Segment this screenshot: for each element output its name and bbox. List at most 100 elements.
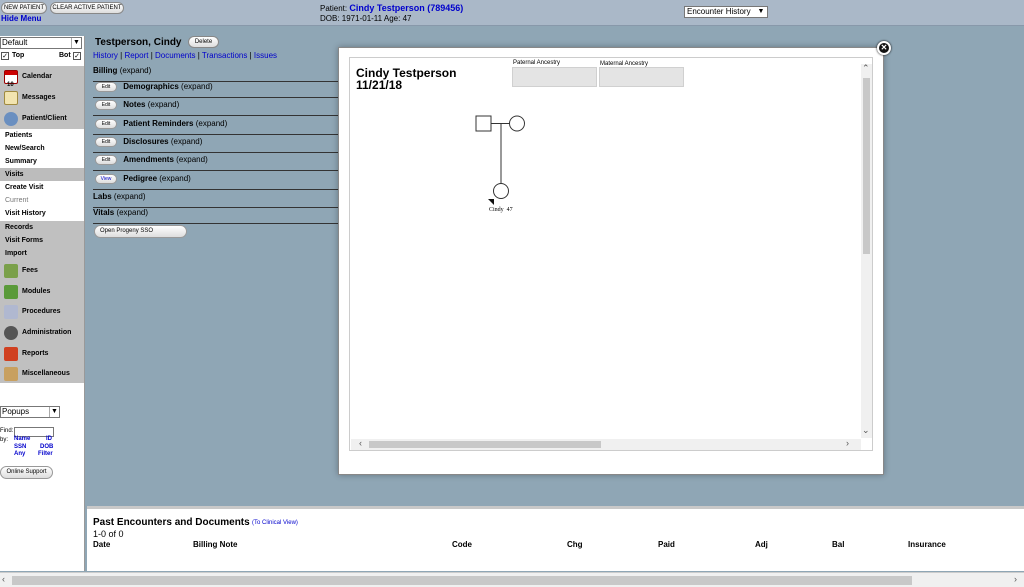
proband-symbol[interactable] [493,183,509,199]
col-date[interactable]: Date [93,540,110,549]
nav-messages-label: Messages [22,94,56,101]
scroll-down-icon[interactable]: ⌄ [862,425,870,436]
close-icon[interactable]: ✕ [877,41,891,55]
nav-messages[interactable]: Messages [0,88,84,108]
col-paid[interactable]: Paid [658,540,675,549]
documents-link[interactable]: Documents [155,51,195,60]
section-billing-expand[interactable]: (expand) [120,66,152,75]
nav-reports[interactable]: Reports [0,344,84,364]
section-reminders-expand[interactable]: (expand) [196,119,228,128]
nav-summary[interactable]: Summary [0,155,84,168]
left-navigation: Default ▼ ✓ Top Bot ✓ 10 Calendar Messag… [0,36,85,571]
patient-name-link[interactable]: Cindy Testperson (789456) [349,3,463,13]
nav-visits[interactable]: Visits [0,168,84,181]
nav-fees[interactable]: Fees [0,261,84,281]
patient-summary-name: Testperson, Cindy [95,37,182,48]
top-header: NEW PATIENT CLEAR ACTIVE PATIENT Hide Me… [0,0,1024,26]
father-symbol[interactable] [475,115,492,132]
section-amendments-title: Amendments [123,155,174,164]
nav-administration-label: Administration [22,329,72,336]
top-checkbox[interactable]: ✓ [1,52,9,60]
col-billing-note[interactable]: Billing Note [193,540,237,549]
disclosures-edit-button[interactable]: Edit [95,136,117,147]
section-labs-expand[interactable]: (expand) [114,192,146,201]
find-filter-link[interactable]: Filter [38,451,53,457]
col-adj[interactable]: Adj [755,540,768,549]
find-by-name-link[interactable]: Name [14,436,30,442]
section-reminders-title: Patient Reminders [123,119,194,128]
nav-patient-client[interactable]: Patient/Client [0,109,84,129]
col-insurance[interactable]: Insurance [908,540,946,549]
col-bal[interactable]: Bal [832,540,844,549]
clinical-view-link[interactable]: (To Clinical View) [252,520,298,526]
nav-calendar[interactable]: 10 Calendar [0,67,84,88]
hide-menu-link[interactable]: Hide Menu [1,14,41,23]
section-pedigree-expand[interactable]: (expand) [159,174,191,183]
mother-symbol[interactable] [509,115,525,132]
nav-visit-history[interactable]: Visit History [0,207,84,220]
find-by-any-link[interactable]: Any [14,451,25,457]
proband-label: Cindy 47 [489,207,513,213]
bot-checkbox[interactable]: ✓ [73,52,81,60]
encounter-history-select[interactable]: Encounter History ▼ [684,6,768,18]
reminders-edit-button[interactable]: Edit [95,118,117,129]
history-link[interactable]: History [93,51,118,60]
nav-calendar-label: Calendar [22,73,52,80]
default-select[interactable]: Default ▼ [0,37,82,49]
summary-links: History | Report | Documents | Transacti… [93,51,278,60]
open-progeny-sso-button[interactable]: Open Progeny SSO [94,225,187,238]
nav-visit-forms[interactable]: Visit Forms [0,234,84,247]
pedigree-view-button[interactable]: View [95,173,117,184]
pedigree-vertical-scrollbar[interactable]: ⌃ ⌄ [861,63,872,438]
scroll-right-icon[interactable]: › [1014,574,1017,584]
scroll-right-icon[interactable]: › [846,438,849,448]
report-link[interactable]: Report [124,51,148,60]
clear-active-patient-button[interactable]: CLEAR ACTIVE PATIENT [50,2,124,14]
find-by-id-link[interactable]: ID [46,436,52,442]
nav-records[interactable]: Records [0,221,84,234]
amendments-edit-button[interactable]: Edit [95,154,117,165]
nav-miscellaneous-label: Miscellaneous [22,370,70,377]
scroll-left-icon[interactable]: ‹ [2,574,5,584]
transactions-link[interactable]: Transactions [202,51,248,60]
popups-select[interactable]: Popups ▼ [0,406,60,418]
pedigree-hscroll-thumb[interactable] [369,441,601,448]
online-support-button[interactable]: Online Support [0,466,53,479]
pedigree-date: 11/21/18 [356,78,403,92]
section-disclosures-title: Disclosures [123,137,169,146]
col-chg[interactable]: Chg [567,540,583,549]
delete-button[interactable]: Delete [188,36,219,48]
scroll-up-icon[interactable]: ⌃ [862,63,870,74]
nav-miscellaneous[interactable]: Miscellaneous [0,364,84,384]
section-disclosures-expand[interactable]: (expand) [171,137,203,146]
section-amendments-expand[interactable]: (expand) [176,155,208,164]
pedigree-vscroll-thumb[interactable] [863,78,870,254]
find-by-ssn-link[interactable]: SSN [14,444,26,450]
section-notes-expand[interactable]: (expand) [148,100,180,109]
person-icon [4,112,18,126]
nav-administration[interactable]: Administration [0,323,84,343]
section-vitals-expand[interactable]: (expand) [116,208,148,217]
notes-edit-button[interactable]: Edit [95,99,117,110]
nav-create-visit[interactable]: Create Visit [0,181,84,194]
nav-modules[interactable]: Modules [0,282,84,302]
col-code[interactable]: Code [452,540,472,549]
scroll-left-icon[interactable]: ‹ [359,438,362,448]
nav-new-search[interactable]: New/Search [0,142,84,155]
new-patient-button[interactable]: NEW PATIENT [1,2,47,14]
patient-header: Patient: Cindy Testperson (789456) [320,3,463,13]
find-by-dob-link[interactable]: DOB [40,444,53,450]
demographics-edit-button[interactable]: Edit [95,81,117,92]
section-patient-reminders: Edit Patient Reminders (expand) [93,117,339,135]
section-demographics-expand[interactable]: (expand) [181,82,213,91]
nav-procedures[interactable]: Procedures [0,302,84,322]
paternal-ancestry-box [512,67,597,87]
section-notes: Edit Notes (expand) [93,98,339,116]
page-scroll-thumb[interactable] [12,576,912,585]
nav-import[interactable]: Import [0,247,84,260]
nav-patients[interactable]: Patients [0,129,84,142]
patient-dob: DOB: 1971-01-11 Age: 47 [320,14,412,23]
issues-link[interactable]: Issues [254,51,277,60]
page-horizontal-scrollbar[interactable]: ‹ › [0,572,1024,587]
pedigree-horizontal-scrollbar[interactable]: ‹ › [351,438,861,450]
